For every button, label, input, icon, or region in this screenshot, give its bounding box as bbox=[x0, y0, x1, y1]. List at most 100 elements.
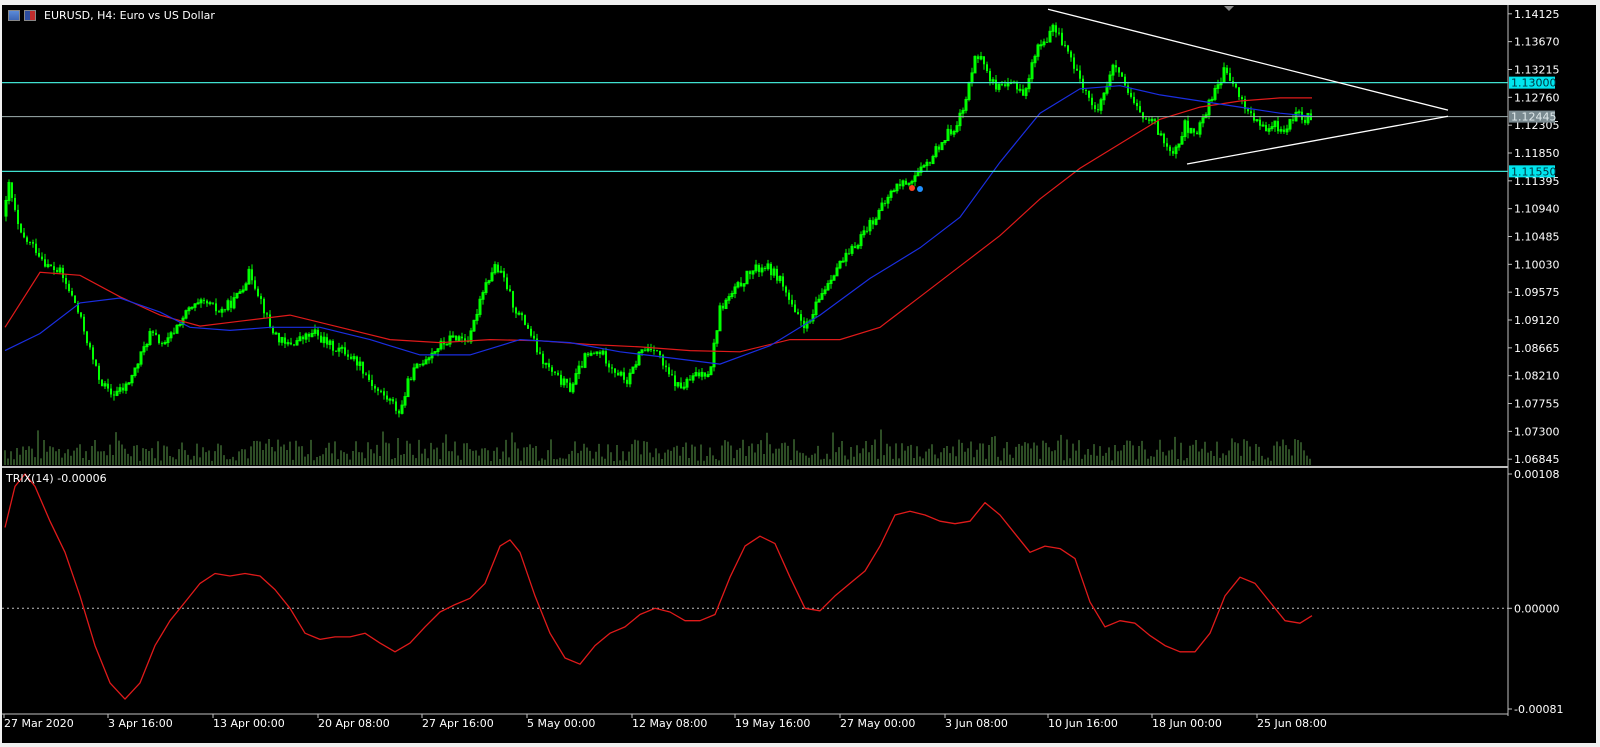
candle-body-bear bbox=[776, 269, 778, 281]
candle bbox=[854, 242, 856, 249]
candle bbox=[1024, 86, 1028, 100]
candle bbox=[704, 372, 706, 380]
candle bbox=[139, 351, 143, 367]
candle bbox=[1048, 26, 1052, 43]
candle bbox=[421, 359, 425, 367]
trade-arrow-icon bbox=[909, 185, 915, 191]
candle bbox=[1022, 84, 1024, 97]
price-tick-label: 1.10030 bbox=[1514, 258, 1560, 271]
candle bbox=[536, 333, 538, 355]
candle-body-bear bbox=[1250, 111, 1252, 114]
price-chart[interactable]: 1.141251.136701.132151.127601.123051.118… bbox=[0, 0, 1600, 747]
candle-body-bear bbox=[23, 232, 25, 238]
candle bbox=[439, 338, 443, 351]
candle bbox=[127, 382, 131, 386]
candle bbox=[1042, 38, 1046, 48]
candle bbox=[107, 378, 109, 392]
candle-body-bear bbox=[644, 349, 646, 351]
candle bbox=[856, 243, 860, 250]
candle bbox=[569, 377, 571, 393]
candle-body-bull bbox=[841, 260, 845, 263]
candle bbox=[955, 121, 959, 134]
candle bbox=[1304, 116, 1306, 126]
candle bbox=[398, 409, 400, 418]
candle bbox=[722, 302, 724, 311]
candle bbox=[46, 259, 50, 269]
candle bbox=[419, 363, 421, 368]
candle-body-bear bbox=[1070, 51, 1072, 58]
candle bbox=[1238, 87, 1240, 100]
candle bbox=[415, 362, 419, 369]
candle bbox=[310, 329, 314, 338]
candle bbox=[544, 362, 548, 369]
candle-body-bear bbox=[548, 363, 550, 368]
candle bbox=[110, 384, 112, 398]
candle-body-bear bbox=[605, 351, 607, 364]
candle-body-bear bbox=[266, 313, 268, 315]
candle-body-bear bbox=[512, 291, 514, 308]
candle bbox=[952, 129, 956, 138]
candle bbox=[872, 217, 874, 230]
candle bbox=[905, 178, 907, 186]
candle-body-bear bbox=[203, 299, 205, 301]
candle bbox=[433, 351, 437, 355]
trix-tick-label: -0.00081 bbox=[1514, 703, 1563, 716]
candle-body-bear bbox=[41, 256, 43, 260]
candle bbox=[542, 350, 544, 369]
candle-body-bear bbox=[614, 368, 616, 373]
candle bbox=[497, 262, 499, 274]
candle bbox=[718, 302, 722, 332]
candle-body-bear bbox=[347, 354, 349, 357]
candle bbox=[68, 280, 70, 293]
current-price-label: 1.12445 bbox=[1511, 111, 1557, 124]
candle bbox=[938, 144, 940, 153]
candle-body-bear bbox=[1055, 25, 1057, 33]
candle bbox=[220, 306, 224, 318]
candle bbox=[1159, 130, 1163, 137]
candle bbox=[1279, 126, 1283, 134]
candle-body-bull bbox=[517, 312, 521, 315]
candle bbox=[44, 253, 46, 268]
candle bbox=[469, 327, 473, 344]
candle bbox=[785, 285, 787, 297]
candle bbox=[302, 335, 304, 345]
candle bbox=[1115, 60, 1117, 73]
candle bbox=[1267, 123, 1271, 135]
candle bbox=[1118, 66, 1120, 77]
candle-body-bear bbox=[515, 307, 517, 314]
candle bbox=[1004, 80, 1006, 88]
candle bbox=[778, 275, 782, 284]
candle bbox=[907, 182, 911, 187]
candle bbox=[1222, 62, 1226, 83]
candle bbox=[772, 266, 776, 278]
candle bbox=[674, 370, 676, 391]
candle-body-bull bbox=[892, 190, 896, 193]
candle bbox=[215, 298, 217, 316]
candle-body-bear bbox=[617, 372, 619, 376]
candle-body-bear bbox=[380, 390, 382, 392]
candle-body-bear bbox=[110, 388, 112, 395]
candle bbox=[1105, 81, 1109, 96]
candle bbox=[244, 281, 248, 291]
candle bbox=[145, 342, 149, 351]
candle bbox=[676, 382, 680, 389]
chart-window-icon bbox=[8, 9, 20, 21]
candle-body-bear bbox=[653, 350, 655, 352]
candle bbox=[758, 263, 760, 277]
candle bbox=[335, 350, 337, 352]
candle-body-bear bbox=[62, 267, 64, 279]
candle-body-bear bbox=[1283, 129, 1285, 132]
candle bbox=[509, 285, 511, 293]
candle-body-bear bbox=[260, 296, 262, 299]
candle bbox=[1058, 27, 1060, 36]
price-tick-label: 1.07755 bbox=[1514, 398, 1560, 411]
candle bbox=[656, 349, 658, 352]
candle bbox=[922, 163, 926, 168]
candle-body-bear bbox=[551, 367, 553, 372]
candle bbox=[148, 328, 152, 346]
candle-body-bear bbox=[569, 382, 571, 392]
candle bbox=[791, 294, 793, 308]
candle-body-bear bbox=[356, 356, 358, 366]
candle bbox=[11, 182, 13, 202]
candle bbox=[745, 270, 749, 285]
